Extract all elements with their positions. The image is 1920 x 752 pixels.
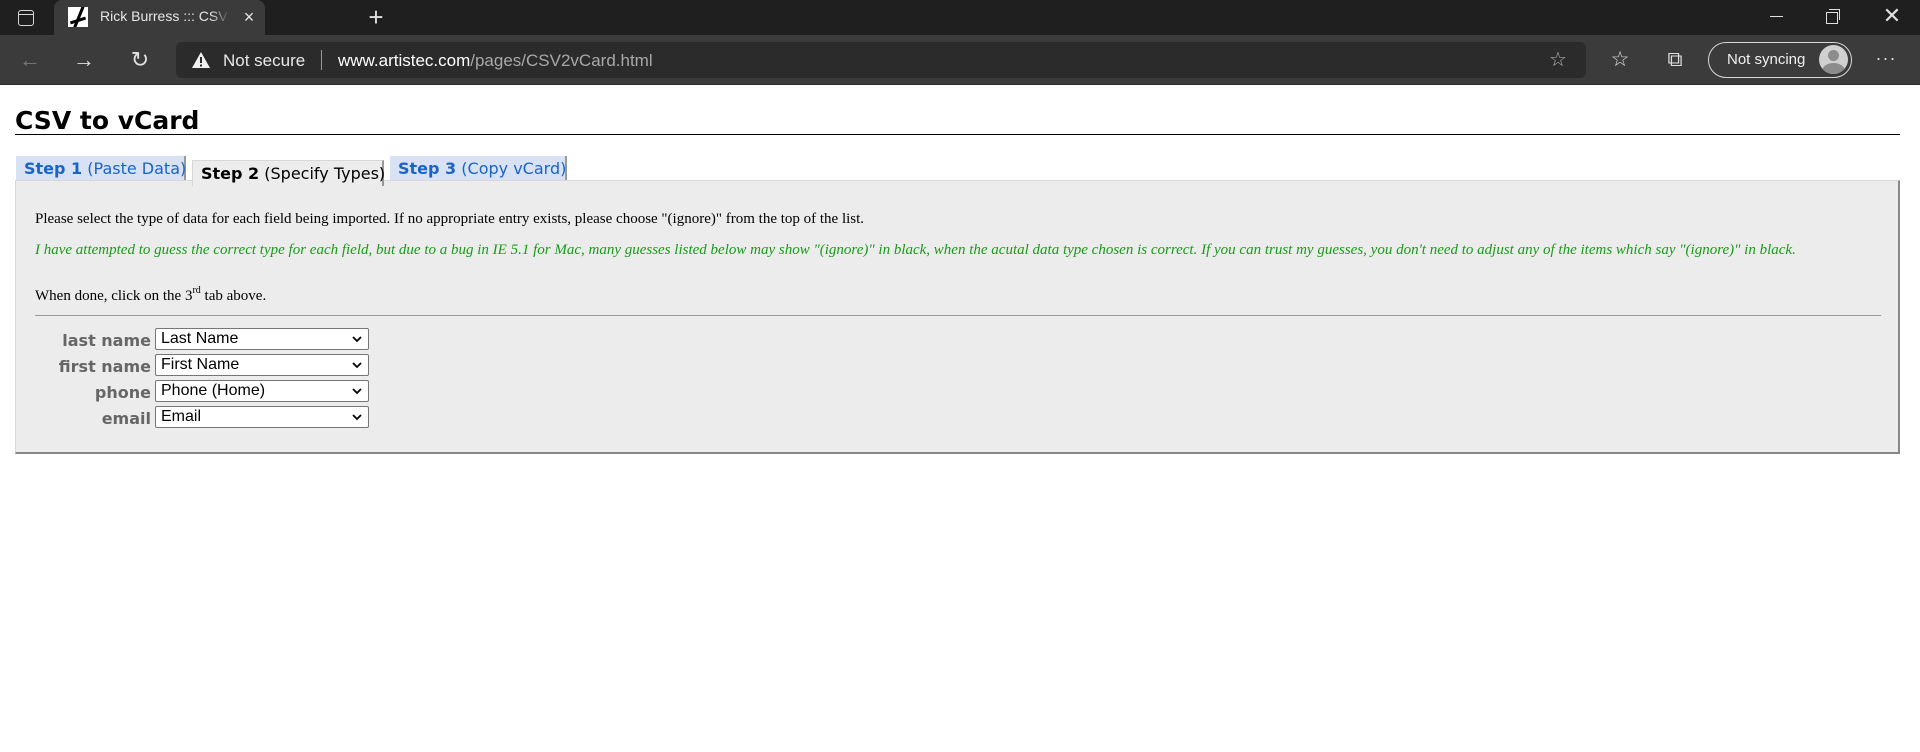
page-title: CSV to vCard: [15, 106, 200, 135]
browser-title-bar: Rick Burress ::: CSV2VCARD ::: Artistec …: [0, 0, 1920, 35]
url-text[interactable]: www.artistec.com/pages/CSV2vCard.html: [338, 51, 653, 71]
selected-value: Email: [161, 408, 202, 425]
field-type-select[interactable]: Email: [155, 406, 369, 428]
security-status[interactable]: Not secure: [223, 51, 305, 71]
chevron-down-icon: [352, 362, 362, 369]
chevron-down-icon: [352, 388, 362, 395]
selected-value: Phone (Home): [161, 382, 266, 399]
browser-toolbar: ← → ↻ Not secure www.artistec.com/pages/…: [0, 35, 1920, 85]
browser-tab[interactable]: Rick Burress ::: CSV2VCARD ::: Artistec …: [54, 0, 265, 35]
instructions-text: Please select the type of data for each …: [35, 211, 865, 227]
collections-icon[interactable]: ⧉: [1660, 45, 1690, 75]
tab-step-label: Step 3: [398, 159, 457, 178]
tab-step-desc: (Copy vCard): [461, 159, 567, 178]
done-suffix: tab above.: [200, 288, 267, 304]
specify-types-panel: Please select the type of data for each …: [15, 180, 1900, 454]
site-favicon-icon: [68, 7, 88, 27]
new-tab-button[interactable]: +: [362, 4, 390, 32]
field-type-select[interactable]: Last Name: [155, 328, 369, 350]
done-instruction: When done, click on the 3rd tab above.: [35, 285, 266, 305]
field-label: email: [101, 409, 151, 428]
selected-value: First Name: [161, 356, 240, 373]
chevron-down-icon: [352, 414, 362, 421]
title-divider: [15, 134, 1900, 135]
minimize-button[interactable]: [1748, 0, 1804, 35]
tab-step-label: Step 2: [201, 164, 260, 183]
back-button[interactable]: ←: [14, 44, 46, 76]
chevron-down-icon: [352, 336, 362, 343]
web-page: CSV to vCard Step 1 (Paste Data) Step 2 …: [0, 86, 1920, 752]
bug-note-text: I have attempted to guess the correct ty…: [35, 242, 1796, 258]
url-path: /pages/CSV2vCard.html: [470, 51, 653, 70]
restore-button[interactable]: [1804, 0, 1860, 35]
tab-step-desc: (Paste Data): [87, 159, 187, 178]
address-bar[interactable]: Not secure www.artistec.com/pages/CSV2vC…: [176, 42, 1586, 78]
field-row-phone: phone Phone (Home): [35, 380, 435, 404]
field-type-select[interactable]: Phone (Home): [155, 380, 369, 402]
reload-button[interactable]: ↻: [124, 44, 156, 76]
tab-step-label: Step 1: [24, 159, 83, 178]
tab-step-2[interactable]: Step 2 (Specify Types): [192, 160, 386, 186]
field-row-last-name: last name Last Name: [35, 328, 435, 352]
address-divider: [321, 50, 322, 70]
window-close-button[interactable]: ✕: [1864, 0, 1920, 35]
sync-label: Not syncing: [1727, 51, 1806, 68]
field-type-select[interactable]: First Name: [155, 354, 369, 376]
panel-divider: [35, 315, 1881, 316]
tab-title: Rick Burress ::: CSV2VCARD ::: Artistec: [100, 8, 230, 24]
url-host: www.artistec.com: [338, 51, 471, 70]
field-label: first name: [58, 357, 151, 376]
done-superscript: rd: [192, 285, 201, 296]
field-label: last name: [62, 331, 151, 350]
favorites-icon[interactable]: ☆: [1605, 45, 1635, 75]
tab-step-1[interactable]: Step 1 (Paste Data): [16, 156, 186, 181]
warning-icon[interactable]: [191, 51, 211, 69]
field-row-first-name: first name First Name: [35, 354, 435, 378]
field-label: phone: [94, 383, 151, 402]
sidebar-toggle-button[interactable]: [12, 8, 40, 28]
profile-sync-button[interactable]: Not syncing: [1708, 42, 1852, 78]
selected-value: Last Name: [161, 330, 239, 347]
more-menu-button[interactable]: ···: [1870, 45, 1902, 75]
tab-step-desc: (Specify Types): [264, 164, 386, 183]
forward-button[interactable]: →: [68, 44, 100, 76]
avatar: [1819, 45, 1848, 74]
done-prefix: When done, click on the 3: [35, 288, 193, 304]
add-favorite-icon[interactable]: ☆: [1546, 49, 1570, 71]
tab-close-icon[interactable]: ×: [238, 6, 260, 28]
field-row-email: email Email: [35, 406, 435, 430]
tab-step-3[interactable]: Step 3 (Copy vCard): [390, 156, 567, 181]
sidebar-icon: [18, 10, 34, 26]
